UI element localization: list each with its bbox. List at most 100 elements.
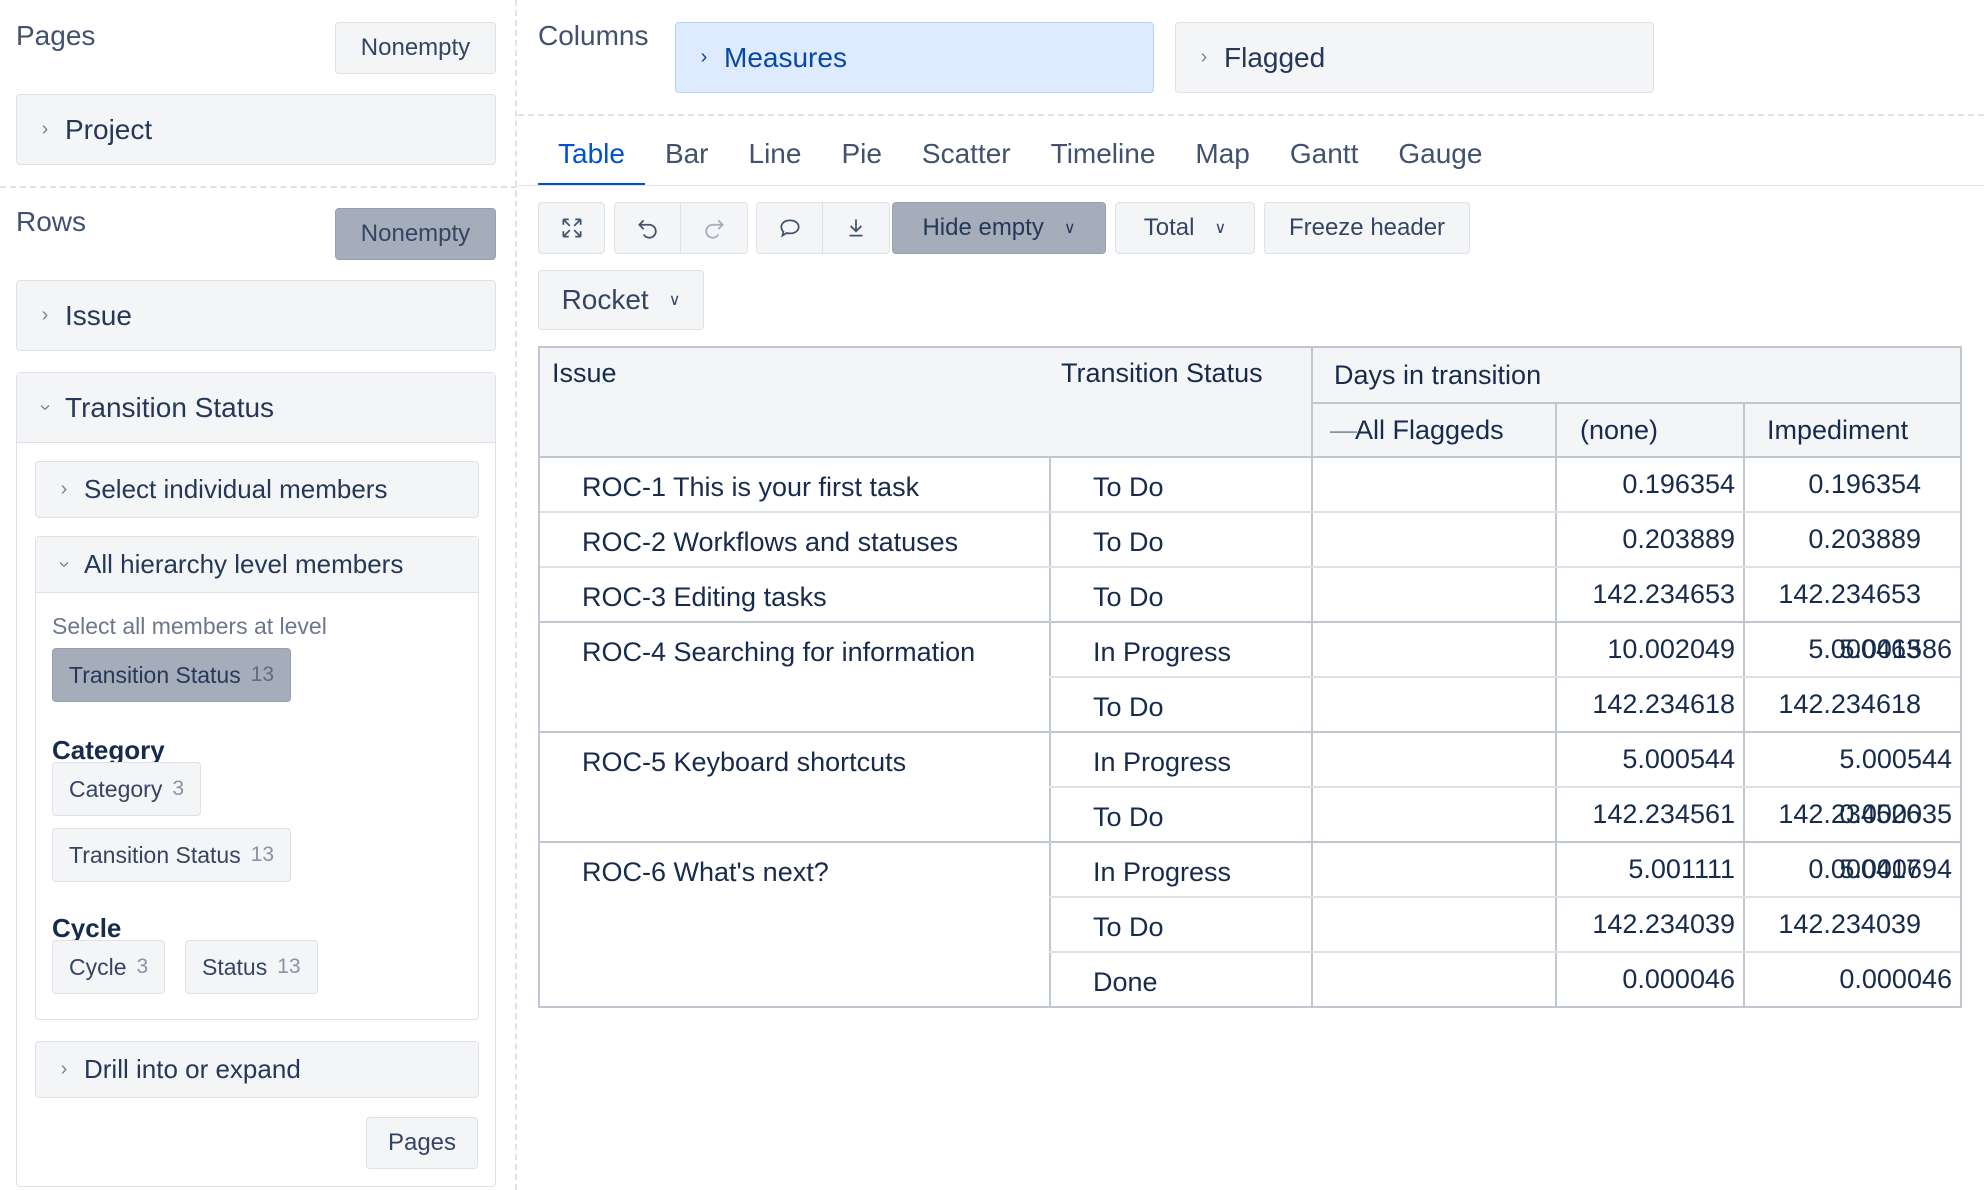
chip-label: Status (202, 953, 268, 980)
freeze-header-button[interactable]: Freeze header (1264, 202, 1470, 254)
columns-section-title: Columns (538, 20, 649, 51)
level-chip-category[interactable]: Category 3 (52, 762, 202, 816)
tab-bar[interactable]: Bar (645, 128, 729, 186)
pages-project-dimension[interactable]: › Project (16, 94, 496, 165)
chevron-down-icon: ∨ (1214, 220, 1227, 237)
cell-all-flaggeds: 142.234561 (1592, 799, 1735, 829)
grid-line (1311, 402, 1960, 404)
tab-timeline[interactable]: Timeline (1031, 128, 1176, 186)
chevron-right-icon: › (60, 1058, 68, 1080)
tab-pie[interactable]: Pie (821, 128, 901, 186)
dropdown-label: Total (1143, 214, 1195, 241)
tab-scatter[interactable]: Scatter (902, 128, 1031, 186)
row-status[interactable]: In Progress (1093, 857, 1231, 888)
undo-button[interactable] (614, 202, 681, 254)
select-individual-members[interactable]: › Select individual members (35, 461, 479, 518)
cell-none: 0.203889 (1808, 524, 1921, 554)
row-divider (1049, 896, 1960, 898)
chip-label: Cycle (69, 953, 127, 980)
cell-all-flaggeds: 142.234653 (1592, 579, 1735, 609)
project-select-dropdown[interactable]: Rocket ∨ (538, 270, 704, 330)
chip-count: 13 (250, 663, 275, 686)
row-status[interactable]: To Do (1093, 912, 1164, 943)
level-chip-transition-status[interactable]: Transition Status 13 (52, 648, 292, 702)
tab-table[interactable]: Table (538, 128, 645, 186)
chip-label: Transition Status (69, 661, 241, 688)
row-issue[interactable]: ROC-1 This is your first task (582, 472, 919, 503)
all-hierarchy-level-members[interactable]: › All hierarchy level members (36, 537, 478, 593)
row-status[interactable]: In Progress (1093, 637, 1231, 668)
level-chip-cycle[interactable]: Cycle 3 (52, 940, 166, 994)
row-status[interactable]: To Do (1093, 527, 1164, 558)
header-issue[interactable]: Issue (552, 358, 617, 389)
redo-icon (705, 219, 724, 239)
transition-status-header[interactable]: › Transition Status (17, 373, 495, 443)
row-issue[interactable]: ROC-6 What's next? (582, 857, 829, 888)
comment-icon (779, 219, 800, 238)
cell-all-flaggeds: 142.234618 (1592, 689, 1735, 719)
row-divider (540, 511, 1960, 513)
pages-button[interactable]: Pages (366, 1117, 478, 1169)
rows-issue-dimension[interactable]: › Issue (16, 280, 496, 351)
cell-all-flaggeds: 0.203889 (1622, 524, 1735, 554)
chip-count: 3 (172, 777, 185, 800)
header-transition-status[interactable]: Transition Status (1061, 358, 1263, 389)
comment-button[interactable] (756, 202, 823, 254)
chevron-right-icon: › (60, 478, 68, 500)
header-none[interactable]: (none) (1580, 415, 1658, 446)
cell-none: 0.196354 (1808, 469, 1921, 499)
header-days-in-transition[interactable]: Days in transition (1334, 360, 1541, 391)
row-status[interactable]: To Do (1093, 692, 1164, 723)
cell-all-flaggeds: 5.001111 (1628, 854, 1735, 884)
dropdown-label: Hide empty (922, 214, 1044, 241)
chevron-right-icon: › (41, 304, 49, 326)
row-divider (540, 566, 1960, 568)
tab-map[interactable]: Map (1175, 128, 1269, 186)
row-status[interactable]: Done (1093, 967, 1158, 998)
cell-all-flaggeds: 142.234039 (1592, 909, 1735, 939)
drill-into-or-expand[interactable]: › Drill into or expand (35, 1041, 479, 1098)
row-status[interactable]: In Progress (1093, 747, 1231, 778)
collapse-toggle-icon[interactable]: — (1330, 415, 1357, 446)
row-issue[interactable]: ROC-3 Editing tasks (582, 582, 827, 613)
hide-empty-dropdown[interactable]: Hide empty ∨ (892, 202, 1106, 254)
dimension-label: Flagged (1224, 41, 1326, 73)
rows-nonempty-button[interactable]: Nonempty (335, 208, 496, 260)
divider (518, 114, 1984, 116)
row-status[interactable]: To Do (1093, 802, 1164, 833)
cell-all-flaggeds: 0.196354 (1622, 469, 1735, 499)
grid-line (1555, 402, 1557, 1006)
cell-all-flaggeds: 0.000046 (1622, 964, 1735, 994)
pages-nonempty-button[interactable]: Nonempty (335, 22, 496, 74)
row-issue[interactable]: ROC-5 Keyboard shortcuts (582, 747, 906, 778)
tab-gantt[interactable]: Gantt (1270, 128, 1378, 186)
tab-gauge[interactable]: Gauge (1378, 128, 1502, 186)
fullscreen-button[interactable] (538, 202, 605, 254)
option-label: Select individual members (84, 474, 388, 504)
chip-label: Category (69, 775, 163, 802)
dimension-label: Project (65, 113, 153, 145)
level-chip-category-transition-status[interactable]: Transition Status 13 (52, 828, 292, 882)
download-button[interactable] (823, 202, 890, 254)
option-label: All hierarchy level members (84, 549, 404, 579)
columns-measures-dimension[interactable]: › Measures (675, 22, 1154, 93)
hierarchy-level-panel: › All hierarchy level members Select all… (35, 536, 479, 1020)
header-all-flaggeds[interactable]: All Flaggeds (1355, 415, 1504, 446)
header-impediment[interactable]: Impediment (1767, 415, 1908, 446)
chevron-right-icon: › (700, 46, 708, 68)
row-status[interactable]: To Do (1093, 472, 1164, 503)
columns-flagged-dimension[interactable]: › Flagged (1175, 22, 1654, 93)
row-status[interactable]: To Do (1093, 582, 1164, 613)
row-issue[interactable]: ROC-4 Searching for information (582, 637, 975, 668)
chip-label: Transition Status (69, 841, 241, 868)
undo-icon (637, 219, 657, 239)
row-issue[interactable]: ROC-2 Workflows and statuses (582, 527, 958, 558)
level-chip-status[interactable]: Status 13 (185, 940, 318, 994)
redo-button[interactable] (681, 202, 748, 254)
tab-line[interactable]: Line (729, 128, 822, 186)
cell-none: 142.234653 (1778, 579, 1921, 609)
row-divider (540, 731, 1960, 733)
row-divider (540, 621, 1960, 623)
total-dropdown[interactable]: Total ∨ (1115, 202, 1255, 254)
cell-none: 142.234039 (1778, 909, 1921, 939)
